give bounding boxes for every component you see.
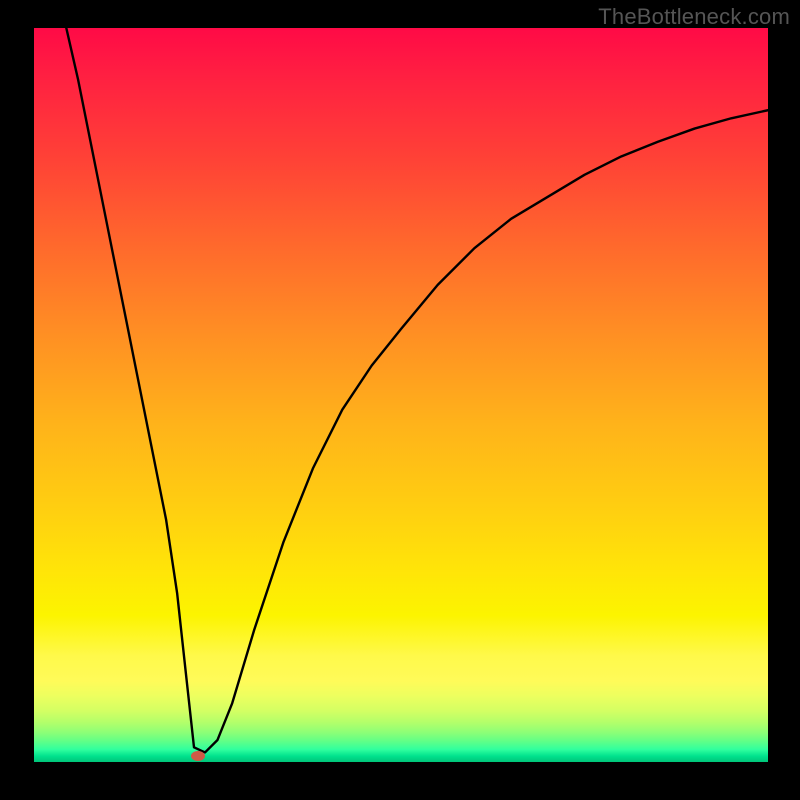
minimum-marker <box>191 751 205 761</box>
plot-area <box>34 28 768 762</box>
chart-stage: TheBottleneck.com <box>0 0 800 800</box>
curve-path <box>66 28 768 752</box>
watermark-text: TheBottleneck.com <box>598 4 790 30</box>
curve-svg <box>34 28 768 762</box>
